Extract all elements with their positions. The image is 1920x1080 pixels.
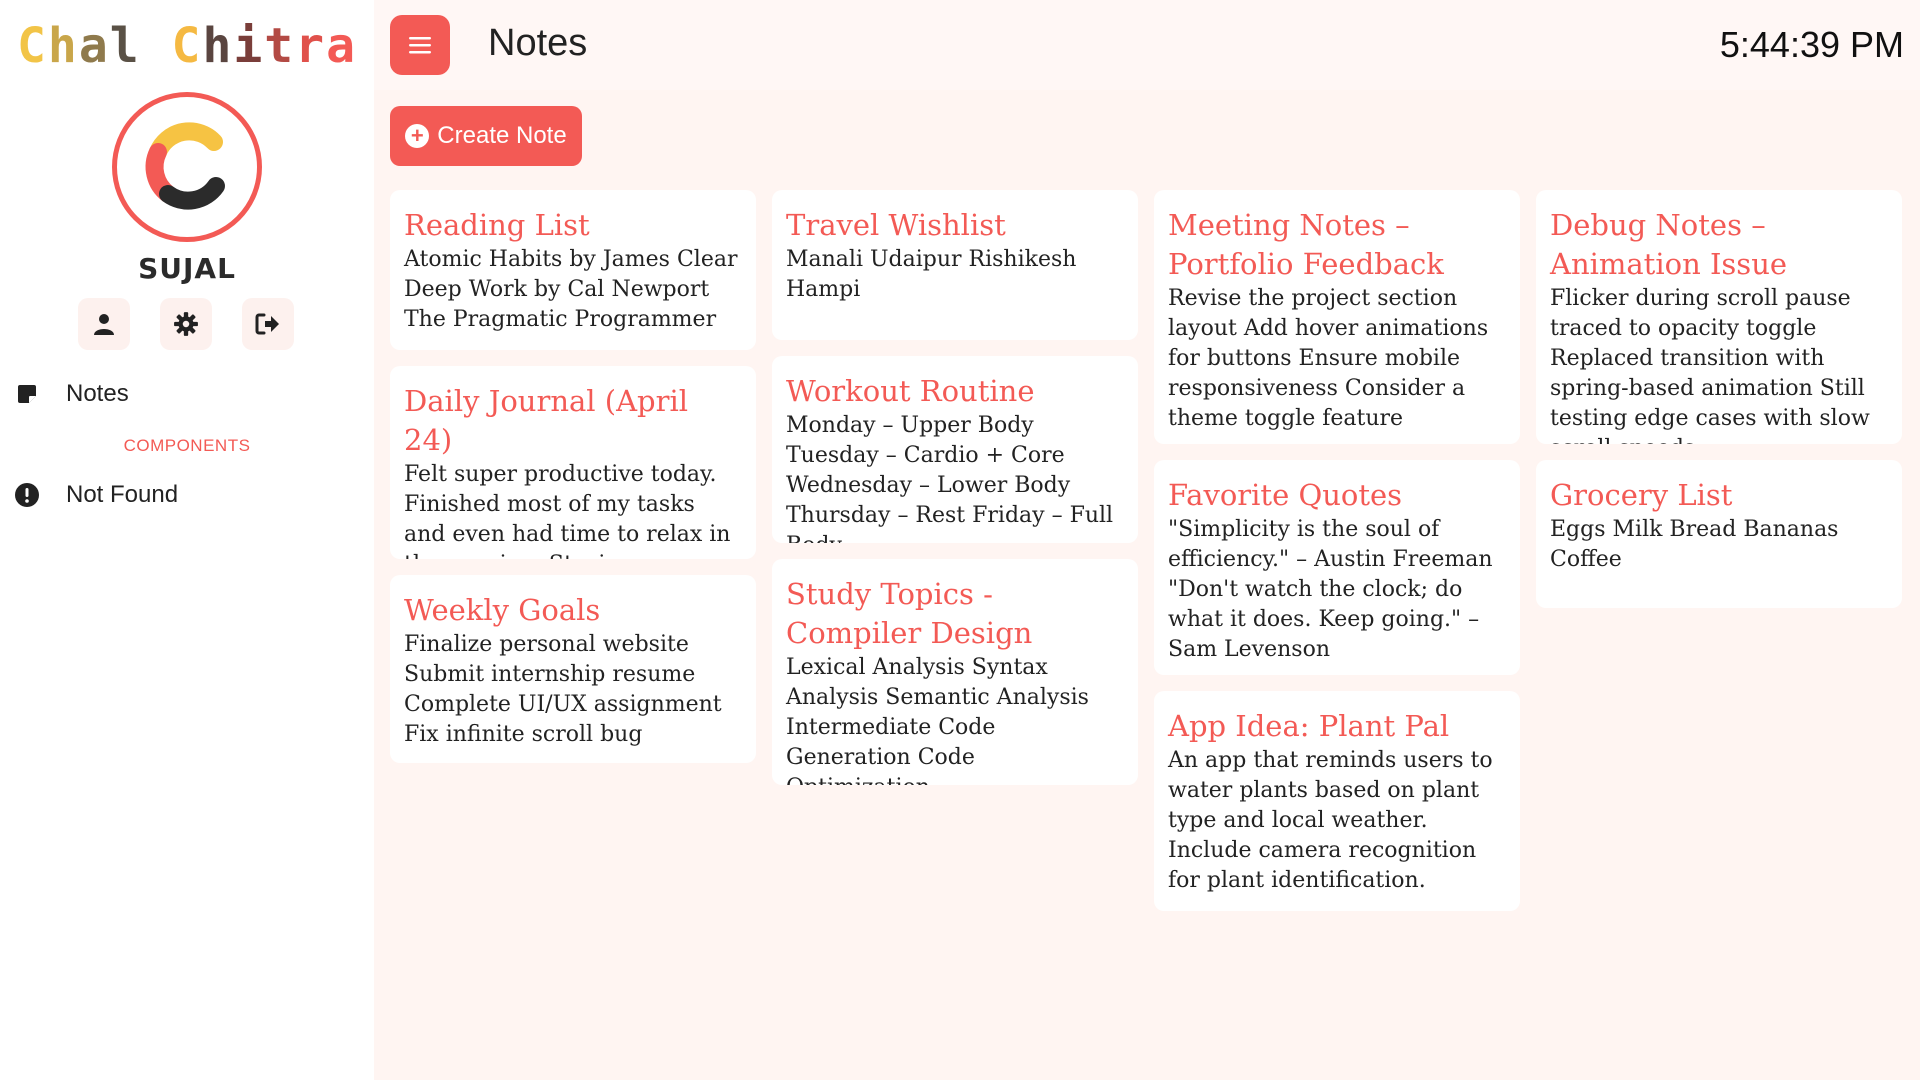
note-title: Reading List: [404, 208, 590, 242]
note-card[interactable]: Reading List Atomic Habits by James Clea…: [390, 190, 756, 350]
brand-letter: l: [109, 18, 141, 74]
user-icon: [94, 314, 114, 335]
sidebar-item-not-found[interactable]: Not Found: [14, 481, 178, 509]
avatar[interactable]: [112, 92, 262, 242]
brand-letter: [141, 18, 172, 74]
note-body: Eggs Milk Bread Bananas Coffee: [1550, 517, 1839, 572]
logout-icon: [255, 313, 279, 335]
username: SUJAL: [138, 252, 236, 285]
note-card[interactable]: Weekly Goals Finalize personal website S…: [390, 575, 756, 763]
note-body: Manali Udaipur Rishikesh Hampi: [786, 247, 1077, 302]
create-note-label: Create Note: [437, 122, 567, 149]
note-body: Flicker during scroll pause traced to op…: [1550, 286, 1870, 444]
hamburger-menu-icon: [409, 37, 431, 54]
plus-circle-icon: +: [405, 124, 430, 148]
note-title: Favorite Quotes: [1168, 478, 1403, 512]
exclamation-circle-icon: [14, 482, 40, 508]
brand-letter: i: [233, 18, 265, 74]
brand-letter: h: [202, 18, 234, 74]
menu-toggle-button[interactable]: [390, 15, 450, 75]
notes-column-1: Reading List Atomic Habits by James Clea…: [390, 190, 756, 763]
gear-icon: [174, 312, 198, 336]
settings-button[interactable]: [160, 298, 212, 350]
note-body: Lexical Analysis Syntax Analysis Semanti…: [786, 655, 1089, 785]
note-card[interactable]: App Idea: Plant Pal An app that reminds …: [1154, 691, 1520, 911]
note-body: Felt super productive today. Finished mo…: [404, 462, 731, 559]
brand-letter: a: [78, 18, 110, 74]
note-title: Debug Notes – Animation Issue: [1550, 208, 1788, 281]
note-body: Revise the project section layout Add ho…: [1168, 286, 1489, 431]
sidebar-item-label: Not Found: [66, 481, 179, 508]
note-title: Grocery List: [1550, 478, 1733, 512]
section-label-components: COMPONENTS: [123, 436, 251, 455]
sidebar-item-notes[interactable]: Notes: [14, 380, 129, 408]
sticky-note-icon: [14, 381, 40, 407]
page-title: Notes: [488, 22, 588, 64]
brand-letter: C: [17, 18, 48, 74]
note-title: Weekly Goals: [404, 593, 601, 627]
note-card[interactable]: Debug Notes – Animation Issue Flicker du…: [1536, 190, 1902, 444]
note-card[interactable]: Grocery List Eggs Milk Bread Bananas Cof…: [1536, 460, 1902, 608]
profile-actions: [78, 298, 294, 350]
note-card[interactable]: Travel Wishlist Manali Udaipur Rishikesh…: [772, 190, 1138, 340]
brand-letter: h: [47, 18, 79, 74]
note-title: Daily Journal (April 24): [404, 384, 689, 457]
note-card[interactable]: Daily Journal (April 24) Felt super prod…: [390, 366, 756, 559]
note-card[interactable]: Meeting Notes – Portfolio Feedback Revis…: [1154, 190, 1520, 444]
notes-column-4: Debug Notes – Animation Issue Flicker du…: [1536, 190, 1902, 608]
note-title: Study Topics - Compiler Design: [786, 577, 1033, 650]
note-body: Atomic Habits by James Clear Deep Work b…: [404, 247, 738, 332]
note-card[interactable]: Workout Routine Monday – Upper Body Tues…: [772, 356, 1138, 543]
topbar: [374, 0, 1920, 90]
brand-logo-text: Chal Chitra: [0, 18, 374, 74]
sidebar-item-label: Notes: [66, 380, 129, 407]
notes-column-2: Travel Wishlist Manali Udaipur Rishikesh…: [772, 190, 1138, 785]
note-title: Workout Routine: [786, 374, 1035, 408]
clock: 5:44:39 PM: [1719, 24, 1904, 65]
note-title: Meeting Notes – Portfolio Feedback: [1168, 208, 1444, 281]
brand-c-logo-icon: [145, 122, 225, 210]
logout-button[interactable]: [242, 298, 294, 350]
note-body: Monday – Upper Body Tuesday – Cardio + C…: [786, 413, 1114, 543]
note-title: Travel Wishlist: [786, 208, 1006, 242]
brand-letter: t: [264, 18, 296, 74]
note-body: An app that reminds users to water plant…: [1168, 748, 1493, 893]
brand-letter: a: [326, 18, 357, 74]
profile-button[interactable]: [78, 298, 130, 350]
note-body: "Simplicity is the soul of efficiency." …: [1168, 517, 1493, 662]
sidebar: Chal Chitra SUJAL Notes COMPONENTS Not F…: [0, 0, 374, 1080]
notes-column-3: Meeting Notes – Portfolio Feedback Revis…: [1154, 190, 1520, 911]
brand-letter: C: [171, 18, 203, 74]
note-card[interactable]: Favorite Quotes "Simplicity is the soul …: [1154, 460, 1520, 675]
note-card[interactable]: Study Topics - Compiler Design Lexical A…: [772, 559, 1138, 785]
brand-letter: r: [295, 18, 327, 74]
note-title: App Idea: Plant Pal: [1168, 709, 1450, 743]
note-body: Finalize personal website Submit interns…: [404, 632, 722, 747]
create-note-button[interactable]: + Create Note: [390, 106, 582, 166]
